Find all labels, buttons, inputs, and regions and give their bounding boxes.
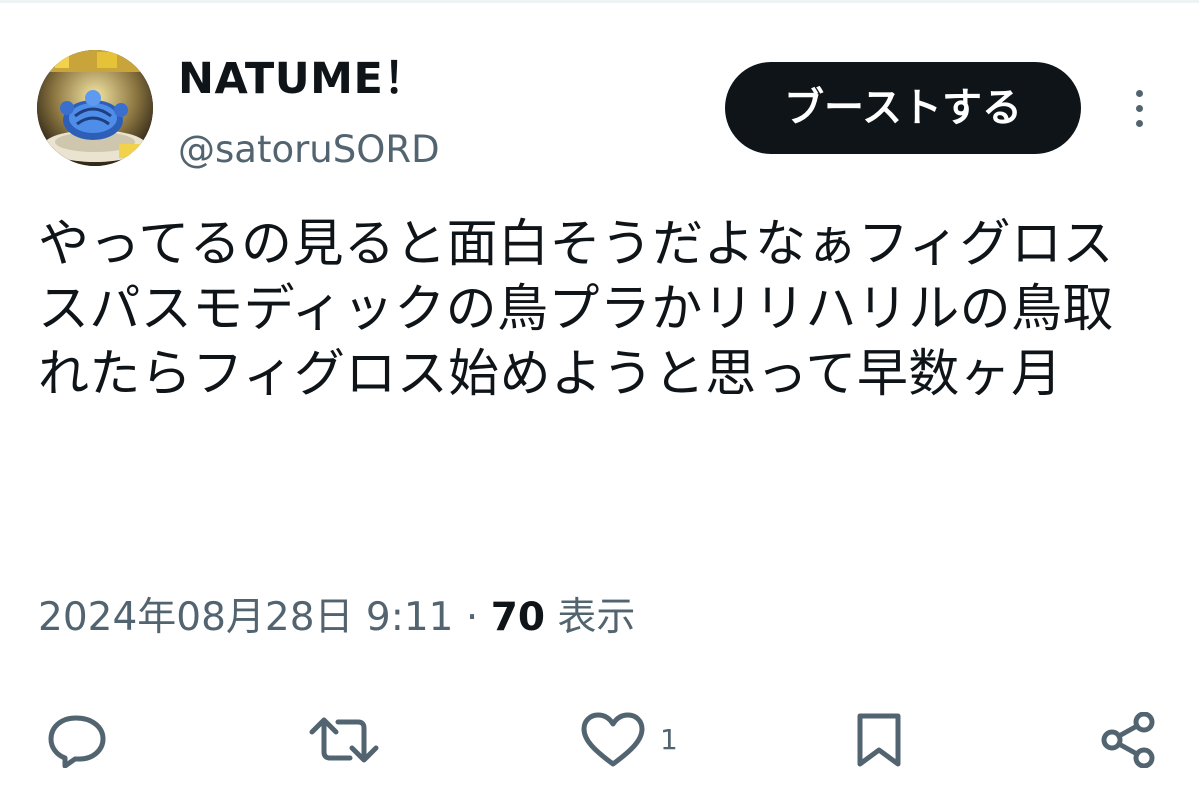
more-vertical-icon[interactable] — [1124, 84, 1154, 132]
reply-icon — [48, 715, 106, 768]
meta-separator: · — [465, 595, 479, 640]
top-divider — [0, 0, 1199, 3]
more-dot — [1136, 105, 1143, 112]
author-handle[interactable]: @satoruSORD — [178, 127, 440, 173]
like-button[interactable] — [580, 712, 646, 768]
retweet-icon — [309, 717, 379, 763]
share-icon — [1101, 712, 1155, 768]
avatar[interactable] — [37, 50, 153, 166]
like-count: 1 — [660, 723, 678, 756]
views-label: 表示 — [557, 595, 636, 640]
boost-button[interactable]: ブーストする — [725, 62, 1081, 154]
more-dot — [1136, 120, 1143, 127]
tweet-text: やってるの見ると面白そうだよなぁフィグロス スパスモディックの鳥プラかリリハリル… — [38, 215, 1114, 404]
avatar-image — [37, 50, 153, 166]
share-button[interactable] — [1098, 712, 1160, 768]
heart-icon — [581, 712, 645, 767]
action-bar: 1 — [0, 700, 1199, 780]
author-display-name[interactable]: NATUME！ — [178, 52, 427, 106]
retweet-button[interactable] — [308, 712, 380, 768]
bookmark-icon — [857, 713, 901, 767]
reply-button[interactable] — [46, 712, 108, 768]
views-count: 70 — [490, 595, 545, 640]
tweet-timestamp[interactable]: 2024年08月28日 9:11 — [38, 595, 453, 640]
more-dot — [1136, 90, 1143, 97]
tweet-meta: 2024年08月28日 9:11 · 70 表示 — [38, 588, 635, 648]
bookmark-button[interactable] — [852, 712, 906, 768]
